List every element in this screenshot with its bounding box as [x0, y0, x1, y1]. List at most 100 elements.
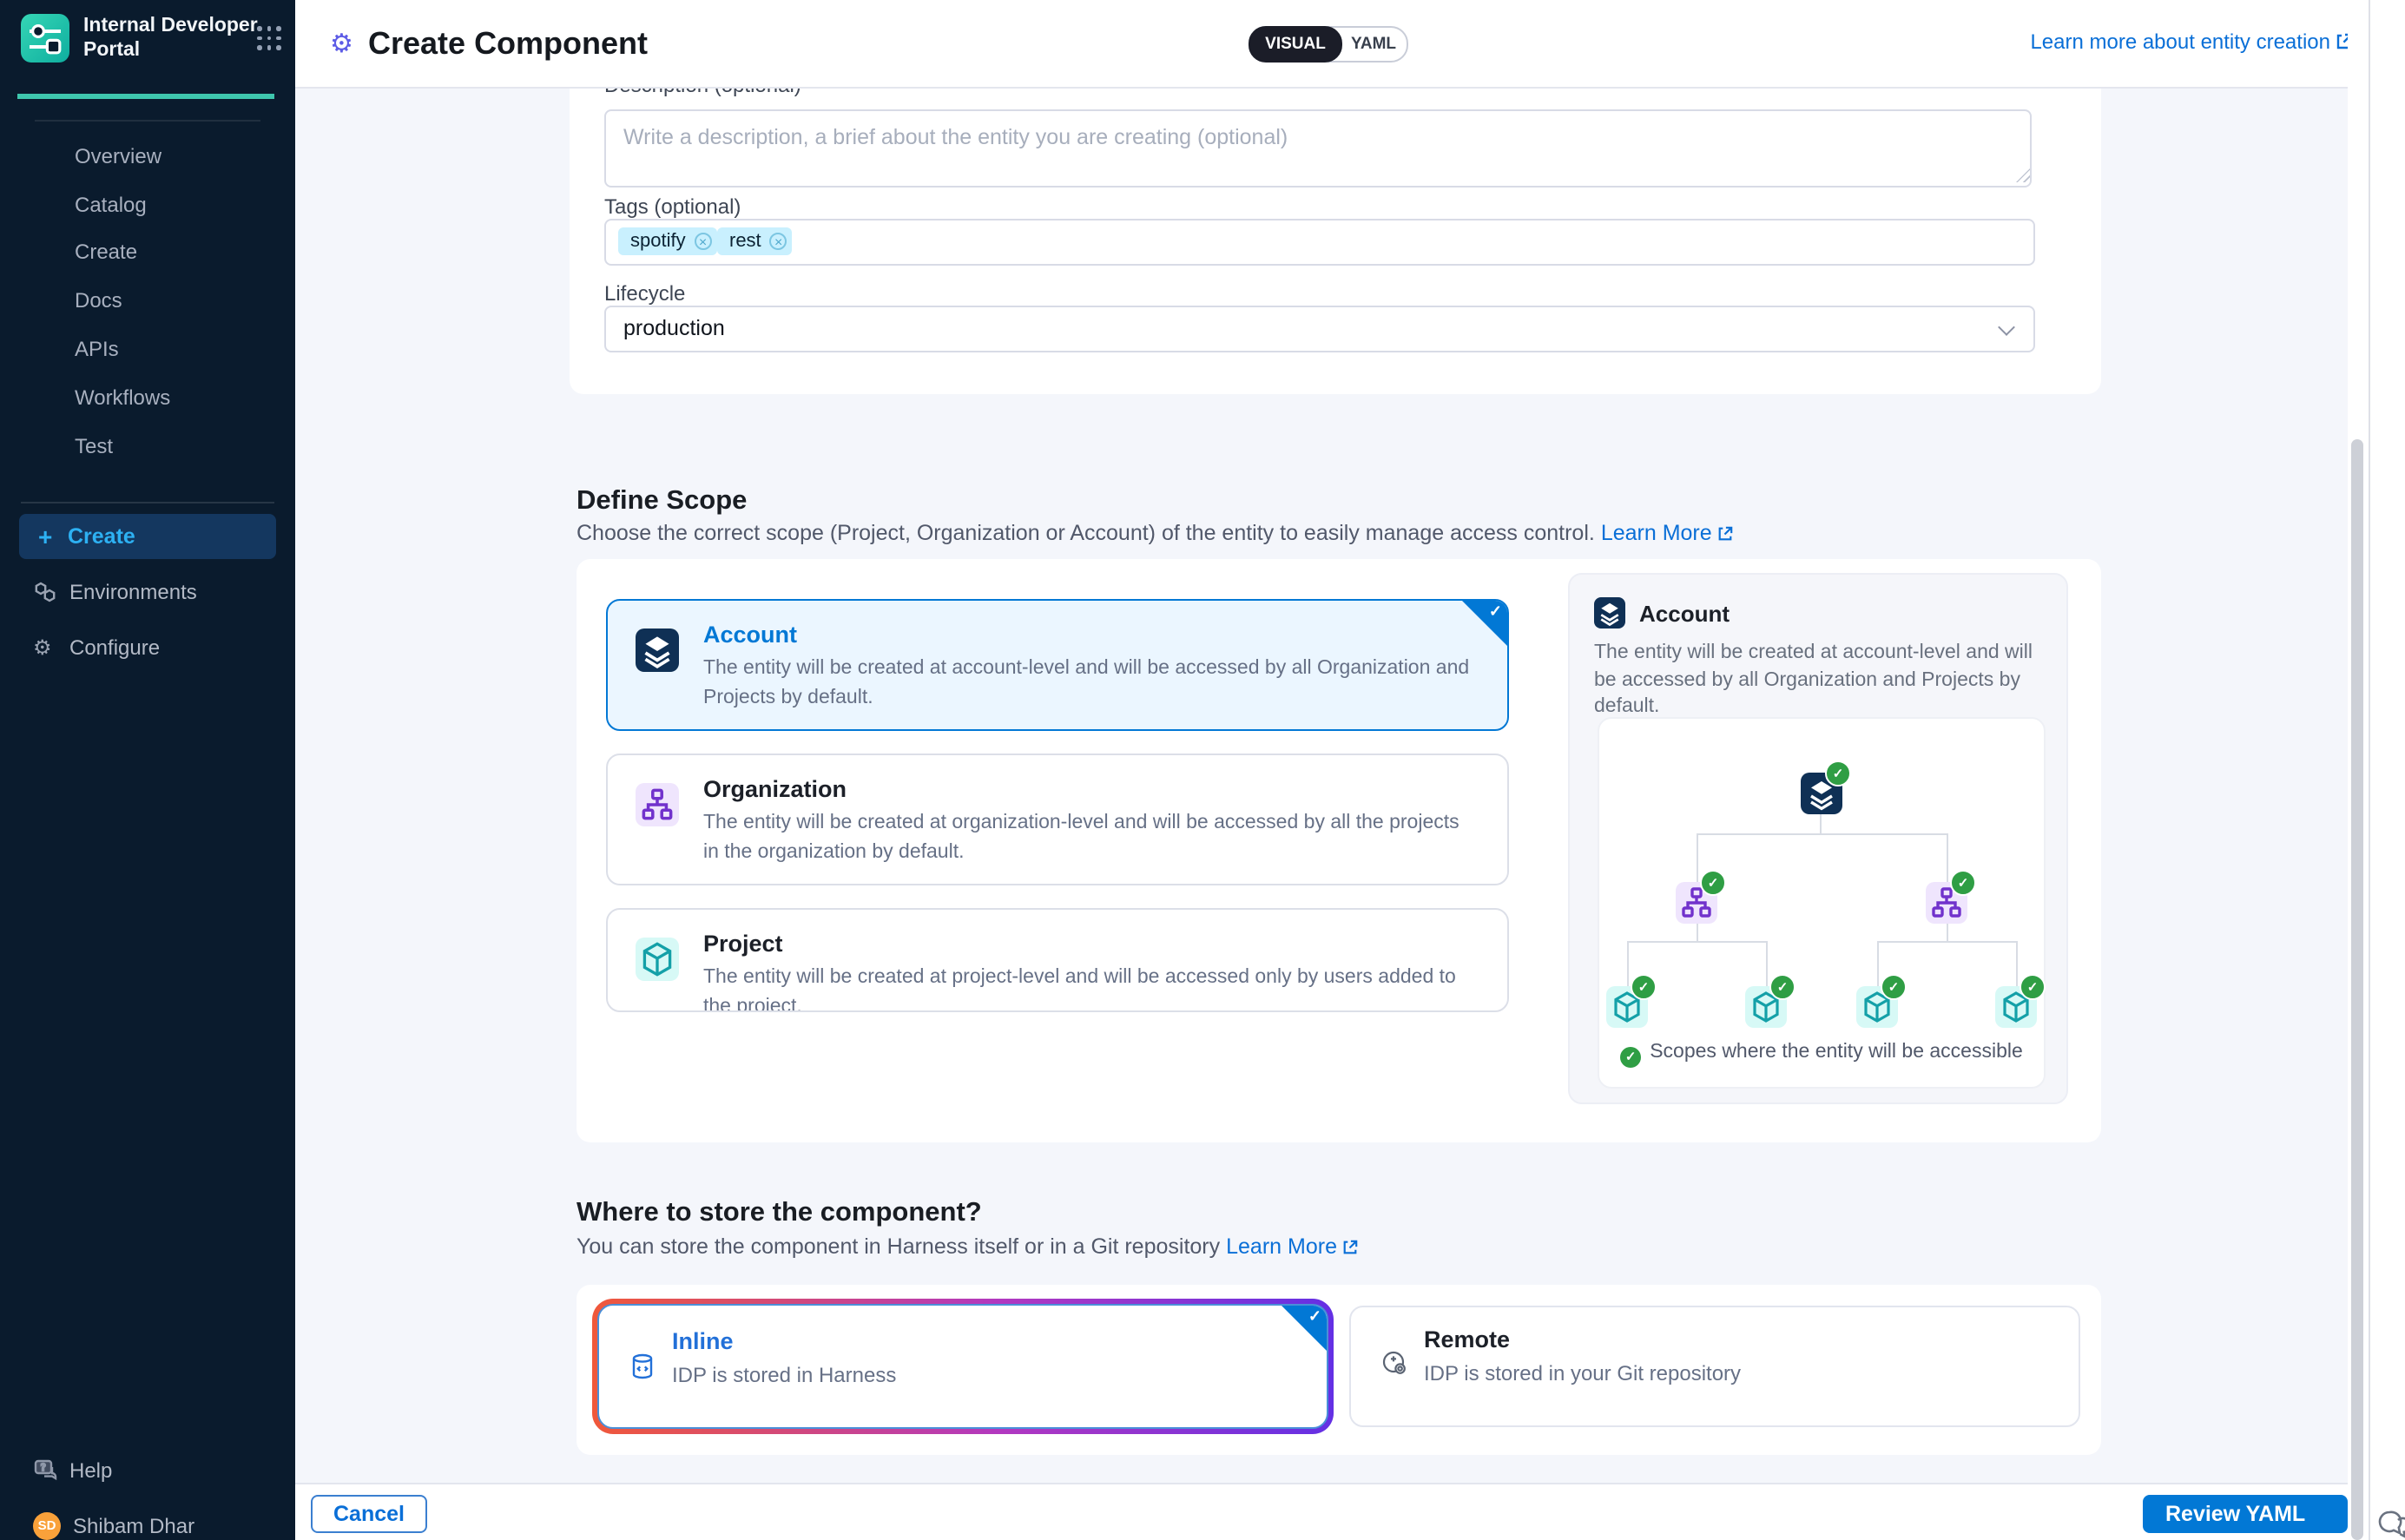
scope-option-description: The entity will be created at account-le…: [703, 655, 1479, 712]
cancel-button[interactable]: Cancel: [311, 1495, 427, 1533]
sidebar-item-catalog[interactable]: Catalog: [75, 188, 266, 222]
check-badge-icon: ✓: [1631, 974, 1657, 1000]
scope-option-organization[interactable]: Organization The entity will be created …: [606, 754, 1509, 885]
page-title: Create Component: [368, 26, 648, 63]
tag-chip-label: rest: [729, 231, 761, 252]
inline-database-icon: [629, 1352, 656, 1380]
scope-learn-more-link[interactable]: Learn More: [1601, 521, 1733, 545]
store-option-description: IDP is stored in your Git repository: [1424, 1361, 1741, 1385]
sidebar-configure-label: Configure: [69, 629, 160, 667]
check-badge-icon: ✓: [1881, 974, 1907, 1000]
check-badge-icon: ✓: [1700, 870, 1726, 896]
tags-label: Tags (optional): [604, 194, 741, 219]
sidebar-item-environments[interactable]: Environments: [0, 573, 295, 611]
check-badge-icon: ✓: [2020, 974, 2046, 1000]
inline-card: Inline IDP is stored in Harness ✓: [597, 1304, 1328, 1429]
check-badge-icon: ✓: [1825, 760, 1851, 786]
app-grid-icon[interactable]: [257, 26, 281, 50]
tags-input[interactable]: spotify × rest ×: [604, 219, 2035, 266]
create-component-page: Internal Developer Portal Overview Catal…: [0, 0, 2405, 1540]
visual-yaml-toggle: VISUAL YAML: [1249, 26, 1408, 63]
store-option-remote[interactable]: Remote IDP is stored in your Git reposit…: [1349, 1306, 2080, 1427]
learn-more-entity-creation-link[interactable]: Learn more about entity creation: [2030, 30, 2353, 56]
chevron-right-icon: ›: [2176, 1537, 2183, 1540]
tab-yaml[interactable]: YAML: [1341, 28, 1407, 61]
account-layers-icon: [1594, 597, 1625, 629]
store-option-inline[interactable]: Inline IDP is stored in Harness ✓: [592, 1299, 1334, 1434]
panel-description: The entity will be created at account-le…: [1594, 641, 2042, 721]
sidebar-item-docs[interactable]: Docs: [75, 283, 266, 318]
store-option-description: IDP is stored in Harness: [672, 1363, 896, 1387]
external-link-icon: [1342, 1236, 1358, 1260]
scope-hierarchy-diagram: ✓ ✓ ✓: [1598, 717, 2046, 1089]
sidebar-item-help[interactable]: ? Help: [0, 1451, 295, 1490]
sidebar-create-button[interactable]: + Create: [19, 514, 276, 559]
store-learn-more-link[interactable]: Learn More: [1226, 1234, 1358, 1259]
remote-git-icon: [1380, 1349, 1408, 1377]
svg-text:?: ?: [41, 1462, 46, 1473]
sidebar-item-configure[interactable]: ⚙ Configure: [0, 629, 295, 667]
review-yaml-label: Review YAML: [2165, 1502, 2305, 1526]
scope-option-description: The entity will be created at organizati…: [703, 809, 1479, 866]
scope-option-description: The entity will be created at project-le…: [703, 964, 1479, 1012]
gear-icon: ⚙: [33, 635, 57, 660]
define-scope-heading: Define Scope: [577, 486, 747, 517]
scope-option-title: Organization: [703, 776, 847, 802]
content-area: Description (optional) Tags (optional) s…: [295, 0, 2348, 1483]
check-icon: ✓: [1308, 1307, 1321, 1326]
account-scope-panel: Account The entity will be created at ac…: [1568, 573, 2068, 1104]
lifecycle-select[interactable]: production: [604, 306, 2035, 352]
sidebar: Internal Developer Portal Overview Catal…: [0, 0, 295, 1540]
tab-visual[interactable]: VISUAL: [1249, 26, 1342, 63]
review-yaml-button[interactable]: Review YAML ›: [2143, 1495, 2348, 1533]
diagram-caption-text: Scopes where the entity will be accessib…: [1650, 1042, 2023, 1063]
diagram-caption: ✓ Scopes where the entity will be accessi…: [1599, 1042, 2044, 1068]
store-subtitle-text: You can store the component in Harness i…: [577, 1234, 1220, 1259]
sidebar-item-overview[interactable]: Overview: [75, 139, 266, 174]
support-chat-icon[interactable]: [2375, 1507, 2405, 1540]
external-link-icon: [1717, 523, 1733, 547]
define-scope-subtitle-text: Choose the correct scope (Project, Organ…: [577, 521, 1595, 545]
sidebar-divider: [35, 120, 260, 122]
harness-idp-logo-icon: [21, 14, 69, 63]
lifecycle-label: Lifecycle: [604, 281, 685, 306]
remove-tag-icon[interactable]: ×: [695, 233, 712, 250]
entity-details-card: Description (optional) Tags (optional) s…: [570, 49, 2101, 394]
brand-underline: [17, 94, 274, 98]
store-heading: Where to store the component?: [577, 1198, 982, 1229]
project-cube-icon: [636, 938, 679, 981]
avatar: SD: [33, 1512, 61, 1540]
sidebar-item-create[interactable]: Create: [75, 234, 266, 269]
component-gear-icon: ⚙: [330, 28, 353, 59]
store-subtitle: You can store the component in Harness i…: [577, 1234, 1358, 1260]
define-scope-subtitle: Choose the correct scope (Project, Organ…: [577, 521, 1733, 547]
store-option-title: Inline: [672, 1328, 734, 1354]
remove-tag-icon[interactable]: ×: [770, 233, 787, 250]
scrollbar-track: [2348, 0, 2369, 1540]
store-option-title: Remote: [1424, 1326, 1510, 1352]
lifecycle-value: production: [623, 307, 725, 351]
check-badge-icon: ✓: [1620, 1047, 1641, 1068]
sidebar-item-test[interactable]: Test: [75, 429, 266, 464]
help-chat-icon: ?: [33, 1458, 57, 1483]
tag-chip: spotify ×: [618, 227, 717, 255]
scope-option-account[interactable]: Account The entity will be created at ac…: [606, 599, 1509, 731]
brand-title: Internal Developer Portal: [83, 16, 258, 63]
tag-chip: rest ×: [717, 227, 793, 255]
sidebar-user[interactable]: SD Shibam Dhar: [0, 1507, 295, 1540]
scope-option-title: Project: [703, 931, 783, 957]
description-input[interactable]: [604, 109, 2032, 188]
check-icon: ✓: [1489, 602, 1502, 622]
page-header: ⚙ Create Component VISUAL YAML Learn mor…: [295, 0, 2405, 89]
sidebar-create-label: Create: [68, 514, 135, 559]
chevron-down-icon: [1998, 319, 2015, 336]
organization-chart-icon: [636, 783, 679, 826]
scrollbar-thumb[interactable]: [2351, 439, 2363, 1540]
tag-chip-label: spotify: [630, 231, 686, 252]
sidebar-item-apis[interactable]: APIs: [75, 332, 266, 366]
sidebar-item-workflows[interactable]: Workflows: [75, 380, 266, 415]
scope-option-project[interactable]: Project The entity will be created at pr…: [606, 908, 1509, 1012]
scope-option-title: Account: [703, 622, 797, 648]
sidebar-divider: [21, 502, 274, 503]
panel-title: Account: [1639, 601, 1730, 627]
